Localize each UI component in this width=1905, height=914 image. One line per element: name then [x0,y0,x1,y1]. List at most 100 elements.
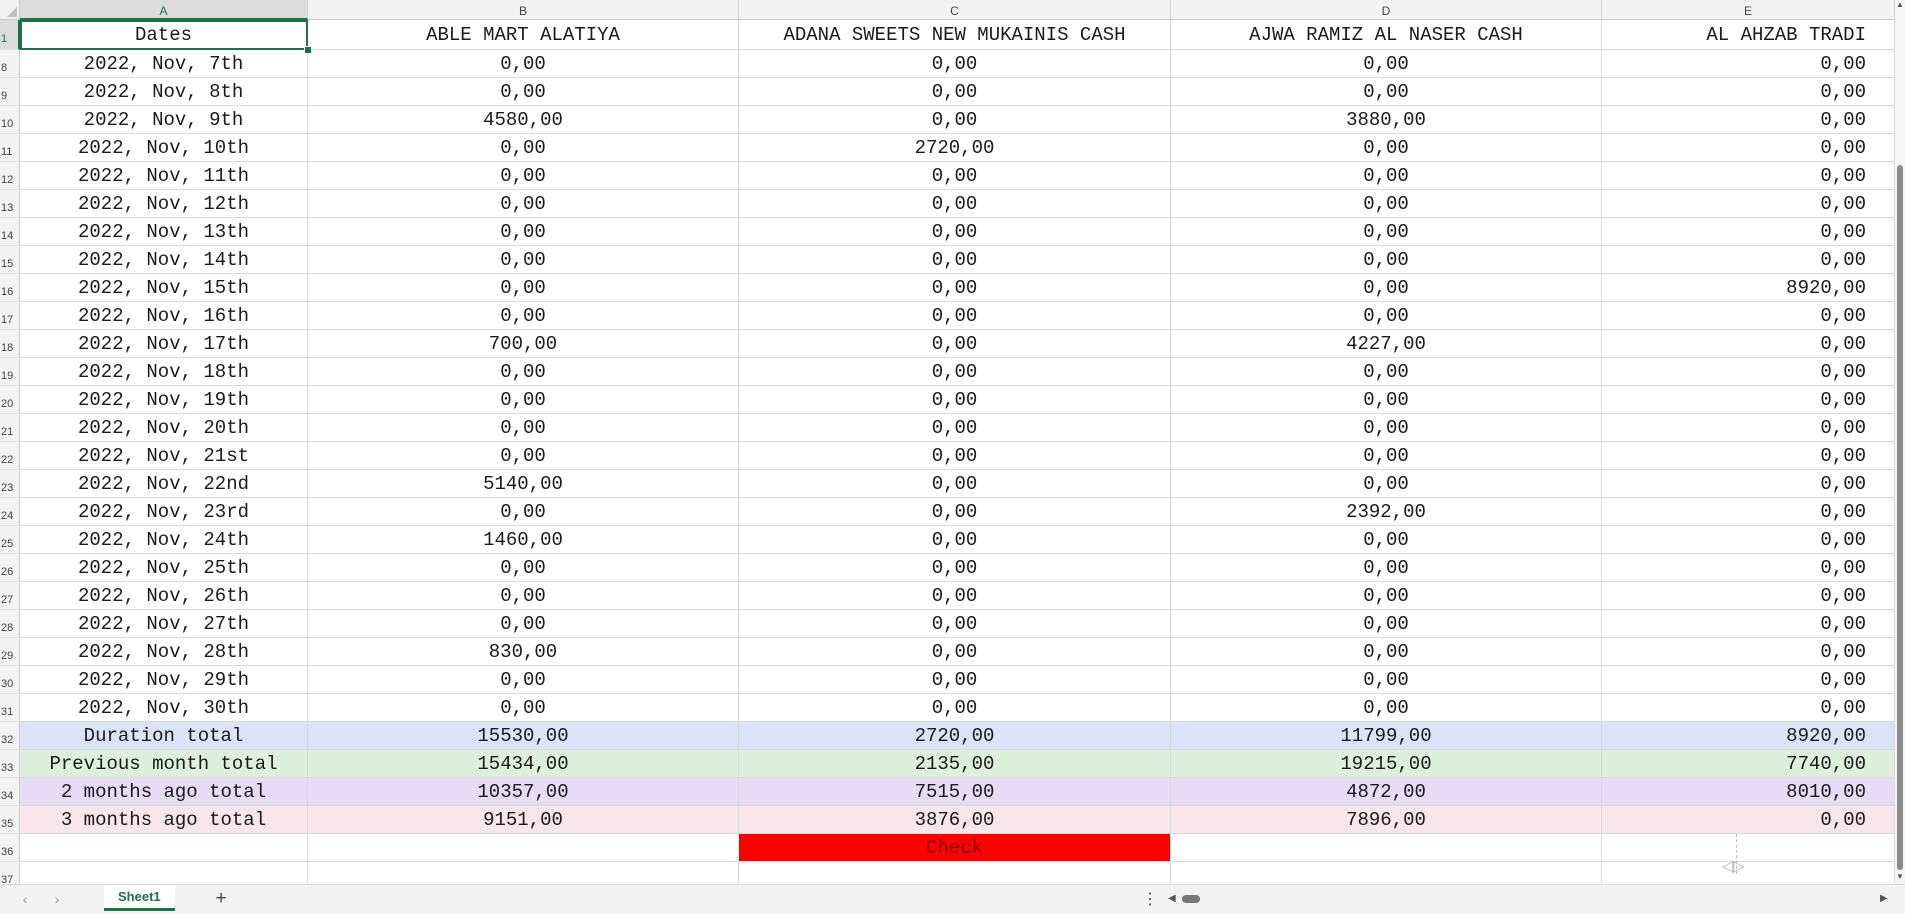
column-header-c[interactable]: C [739,0,1171,20]
row-header[interactable]: 16 [0,274,20,302]
row-header[interactable]: 9 [0,78,20,106]
scroll-right-arrow-icon[interactable]: ▶ [1880,893,1888,905]
amount-cell[interactable]: 0,00 [739,694,1171,722]
row-header[interactable]: 26 [0,554,20,582]
amount-cell[interactable]: 0,00 [739,78,1171,106]
amount-cell[interactable]: 8920,00 [1602,722,1895,750]
fill-handle[interactable] [304,46,312,54]
amount-cell[interactable]: 4227,00 [1171,330,1602,358]
vertical-scrollbar[interactable]: ▲ ▼ [1895,0,1905,884]
date-cell[interactable]: 2022, Nov, 14th [20,246,308,274]
row-header[interactable]: 12 [0,162,20,190]
amount-cell[interactable] [1602,834,1895,862]
date-cell[interactable]: 2022, Nov, 28th [20,638,308,666]
date-cell[interactable]: 2022, Nov, 22nd [20,470,308,498]
row-header[interactable]: 8 [0,50,20,78]
header-cell-dates[interactable]: Dates [20,20,308,50]
header-cell-vendor[interactable]: ABLE MART ALATIYA [308,20,739,50]
amount-cell[interactable]: 0,00 [1171,162,1602,190]
row-header[interactable]: 28 [0,610,20,638]
amount-cell[interactable] [1171,862,1602,884]
column-header-d[interactable]: D [1171,0,1602,20]
amount-cell[interactable]: 0,00 [1171,358,1602,386]
amount-cell[interactable]: 0,00 [739,106,1171,134]
amount-cell[interactable]: 0,00 [1602,50,1895,78]
amount-cell[interactable]: 0,00 [308,554,739,582]
row-header[interactable]: 27 [0,582,20,610]
row-header[interactable]: 17 [0,302,20,330]
date-cell[interactable]: 2022, Nov, 24th [20,526,308,554]
amount-cell[interactable]: 0,00 [308,582,739,610]
row-header[interactable]: 23 [0,470,20,498]
amount-cell[interactable]: 0,00 [1171,134,1602,162]
amount-cell[interactable]: 0,00 [308,442,739,470]
amount-cell[interactable]: 0,00 [739,162,1171,190]
amount-cell[interactable]: 0,00 [308,162,739,190]
column-header-a[interactable]: A [20,0,308,20]
amount-cell[interactable]: 3880,00 [1171,106,1602,134]
amount-cell[interactable]: 0,00 [739,190,1171,218]
date-cell[interactable]: 2022, Nov, 21st [20,442,308,470]
more-options-icon[interactable]: ⋮ [1142,889,1158,909]
row-header[interactable]: 31 [0,694,20,722]
amount-cell[interactable]: 0,00 [739,274,1171,302]
amount-cell[interactable]: 0,00 [308,302,739,330]
amount-cell[interactable]: 19215,00 [1171,750,1602,778]
date-cell[interactable]: 2022, Nov, 20th [20,414,308,442]
row-header[interactable]: 13 [0,190,20,218]
amount-cell[interactable]: 0,00 [308,190,739,218]
row-header[interactable]: 11 [0,134,20,162]
amount-cell[interactable]: 2720,00 [739,134,1171,162]
date-cell[interactable] [20,862,308,884]
amount-cell[interactable]: 10357,00 [308,778,739,806]
row-header[interactable]: 10 [0,106,20,134]
amount-cell[interactable]: 0,00 [1602,106,1895,134]
amount-cell[interactable]: 9151,00 [308,806,739,834]
date-cell[interactable]: 2022, Nov, 12th [20,190,308,218]
date-cell[interactable]: 2022, Nov, 27th [20,610,308,638]
amount-cell[interactable]: 0,00 [1171,50,1602,78]
amount-cell[interactable] [1171,834,1602,862]
amount-cell[interactable]: 4580,00 [308,106,739,134]
amount-cell[interactable]: 0,00 [1602,78,1895,106]
amount-cell[interactable]: 0,00 [739,246,1171,274]
amount-cell[interactable]: 0,00 [739,386,1171,414]
amount-cell[interactable]: 0,00 [308,218,739,246]
amount-cell[interactable]: 0,00 [1171,190,1602,218]
row-header[interactable]: 33 [0,750,20,778]
amount-cell[interactable]: 0,00 [1602,162,1895,190]
amount-cell[interactable]: 0,00 [1171,666,1602,694]
amount-cell[interactable]: 0,00 [1171,386,1602,414]
header-cell-vendor[interactable]: AJWA RAMIZ AL NASER CASH [1171,20,1602,50]
amount-cell[interactable]: 0,00 [739,414,1171,442]
amount-cell[interactable]: 700,00 [308,330,739,358]
date-cell[interactable]: 2022, Nov, 19th [20,386,308,414]
amount-cell[interactable]: 7896,00 [1171,806,1602,834]
date-cell[interactable]: 2022, Nov, 8th [20,78,308,106]
header-cell-vendor[interactable]: AL AHZAB TRADI [1602,20,1895,50]
amount-cell[interactable]: 0,00 [739,498,1171,526]
amount-cell[interactable]: 0,00 [308,610,739,638]
amount-cell[interactable]: 4872,00 [1171,778,1602,806]
amount-cell[interactable]: 0,00 [308,50,739,78]
amount-cell[interactable]: 0,00 [308,246,739,274]
date-cell[interactable]: 2022, Nov, 23rd [20,498,308,526]
amount-cell[interactable]: 0,00 [739,554,1171,582]
amount-cell[interactable]: 0,00 [1602,190,1895,218]
row-header[interactable]: 22 [0,442,20,470]
date-cell[interactable]: 2022, Nov, 30th [20,694,308,722]
date-cell[interactable]: 2022, Nov, 16th [20,302,308,330]
amount-cell[interactable] [1602,862,1895,884]
amount-cell[interactable]: 0,00 [308,134,739,162]
date-cell[interactable]: 2022, Nov, 18th [20,358,308,386]
date-cell[interactable]: 2022, Nov, 11th [20,162,308,190]
amount-cell[interactable]: 0,00 [308,386,739,414]
date-cell[interactable]: 2 months ago total [20,778,308,806]
row-header[interactable]: 35 [0,806,20,834]
date-cell[interactable]: 3 months ago total [20,806,308,834]
date-cell[interactable]: 2022, Nov, 26th [20,582,308,610]
horizontal-scrollbar[interactable]: ◀ ▶ [1168,893,1892,905]
row-header[interactable]: 34 [0,778,20,806]
amount-cell[interactable]: 0,00 [1602,358,1895,386]
row-header[interactable]: 36 [0,834,20,862]
